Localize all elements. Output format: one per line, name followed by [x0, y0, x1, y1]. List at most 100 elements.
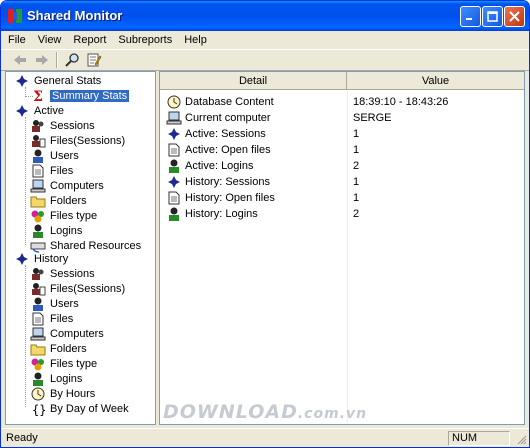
watermark: DOWNLOAD.com.vn [163, 401, 368, 423]
tree-active-files-type[interactable]: Files type [30, 209, 97, 223]
user-icon [166, 207, 182, 221]
row-detail: Database Content [185, 96, 274, 108]
table-row[interactable]: History: Open files 1 [160, 190, 524, 206]
tree-node-summary-stats[interactable]: Σ Summary Stats [30, 89, 130, 103]
row-value: 1 [353, 144, 360, 156]
status-bar: Ready NUM [1, 428, 529, 447]
tree-active-users[interactable]: Users [30, 149, 79, 163]
tree-history-by-hours[interactable]: By Hours [30, 387, 95, 401]
status-text: Ready [6, 432, 38, 444]
num-lock-indicator: NUM [448, 431, 510, 446]
diamond-star-icon [14, 74, 30, 88]
toolbar [1, 49, 529, 71]
menu-help[interactable]: Help [178, 31, 213, 49]
column-header-detail[interactable]: Detail [160, 72, 347, 90]
user-icon [30, 149, 46, 163]
document-icon [30, 312, 46, 326]
user-file-icon [30, 282, 46, 296]
tree-active-shared-resources[interactable]: Shared Resources [30, 239, 141, 253]
row-value: 2 [353, 208, 360, 220]
menu-file[interactable]: File [1, 31, 32, 49]
tree-active-folders[interactable]: Folders [30, 194, 87, 208]
svg-text:Σ: Σ [33, 89, 43, 103]
computer-icon [166, 111, 182, 125]
tree-history-files-sessions[interactable]: Files(Sessions) [30, 282, 125, 296]
tree-history-logins[interactable]: Logins [30, 372, 82, 386]
maximize-button[interactable] [482, 6, 503, 27]
resize-grip-icon[interactable] [515, 433, 527, 445]
menu-subreports[interactable]: Subreports [112, 31, 178, 49]
row-detail: History: Sessions [185, 176, 270, 188]
document-icon [30, 164, 46, 178]
table-row[interactable]: Active: Sessions 1 [160, 126, 524, 142]
tree-node-history[interactable]: History [14, 252, 68, 266]
table-row[interactable]: Active: Open files 1 [160, 142, 524, 158]
minimize-icon [466, 18, 472, 20]
tree-active-computers[interactable]: Computers [30, 179, 104, 193]
row-detail: History: Open files [185, 192, 275, 204]
folder-icon [30, 194, 46, 208]
tree-history-sessions[interactable]: Sessions [30, 267, 95, 281]
back-arrow-icon [14, 55, 26, 65]
table-row[interactable]: Current computer SERGE [160, 110, 524, 126]
tree-active-files-sessions[interactable]: Files(Sessions) [30, 134, 125, 148]
shared-drive-icon [30, 239, 46, 253]
tree-history-users[interactable]: Users [30, 297, 79, 311]
forward-button[interactable] [31, 50, 53, 70]
diamond-star-icon [14, 104, 30, 118]
minimize-button[interactable] [460, 6, 481, 27]
table-row[interactable]: Database Content 18:39:10 - 18:43:26 [160, 94, 524, 110]
row-value: 1 [353, 128, 360, 140]
tree-active-sessions[interactable]: Sessions [30, 119, 95, 133]
app-icon [7, 8, 23, 24]
user-icon [30, 297, 46, 311]
braces-icon: {} [30, 402, 46, 416]
notepad-edit-icon [87, 53, 102, 67]
menu-view[interactable]: View [32, 31, 68, 49]
user-file-icon [30, 134, 46, 148]
toolbar-separator [56, 52, 58, 68]
file-types-icon [30, 357, 46, 371]
menu-bar: File View Report Subreports Help [1, 31, 529, 49]
row-detail: Current computer [185, 112, 271, 124]
tree-history-by-day-of-week[interactable]: {} By Day of Week [30, 402, 129, 416]
back-button[interactable] [9, 50, 31, 70]
tree-active-logins[interactable]: Logins [30, 224, 82, 238]
row-value: SERGE [353, 112, 392, 124]
title-bar[interactable]: Shared Monitor [1, 1, 529, 31]
users-session-icon [30, 267, 46, 281]
menu-report[interactable]: Report [67, 31, 112, 49]
table-row[interactable]: Active: Logins 2 [160, 158, 524, 174]
maximize-icon [487, 11, 498, 22]
tree-node-active[interactable]: Active [14, 104, 64, 118]
users-session-icon [30, 119, 46, 133]
stats-grid[interactable]: Detail Value Database Content 18:39:10 -… [159, 71, 525, 425]
table-row[interactable]: History: Logins 2 [160, 206, 524, 222]
find-button[interactable] [61, 50, 83, 70]
row-value: 1 [353, 192, 360, 204]
report-tree[interactable]: General Stats Σ Summary Stats Active Ses… [5, 71, 156, 425]
row-detail: History: Logins [185, 208, 258, 220]
tree-history-files[interactable]: Files [30, 312, 73, 326]
app-window: Shared Monitor File View Report Subrepor… [0, 0, 530, 448]
table-row[interactable]: History: Sessions 1 [160, 174, 524, 190]
clock-icon [166, 95, 182, 109]
clock-icon [30, 387, 46, 401]
tree-active-files[interactable]: Files [30, 164, 73, 178]
tree-history-files-type[interactable]: Files type [30, 357, 97, 371]
row-detail: Active: Sessions [185, 128, 266, 140]
file-types-icon [30, 209, 46, 223]
column-header-value[interactable]: Value [347, 72, 524, 90]
tree-node-general-stats[interactable]: General Stats [14, 74, 101, 88]
tree-history-folders[interactable]: Folders [30, 342, 87, 356]
window-title: Shared Monitor [27, 8, 123, 23]
close-button[interactable] [504, 6, 525, 27]
tree-history-computers[interactable]: Computers [30, 327, 104, 341]
session-star-icon [166, 175, 182, 189]
row-value: 2 [353, 160, 360, 172]
row-value: 18:39:10 - 18:43:26 [353, 96, 449, 108]
folder-icon [30, 342, 46, 356]
edit-button[interactable] [83, 50, 105, 70]
row-detail: Active: Logins [185, 160, 254, 172]
svg-text:{}: {} [32, 403, 45, 416]
